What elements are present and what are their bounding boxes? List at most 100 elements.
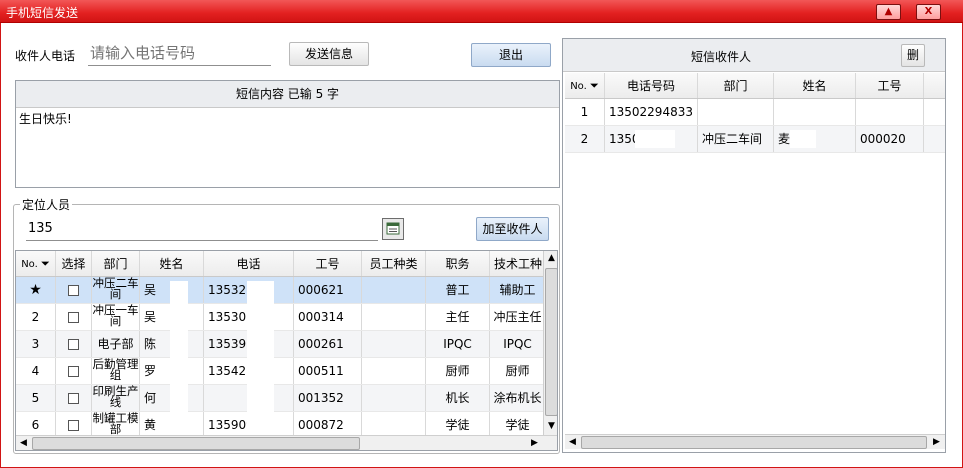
window-title: 手机短信发送	[6, 6, 79, 20]
col-position[interactable]: 职务	[426, 251, 490, 276]
col-phone[interactable]: 电话	[204, 251, 294, 276]
table-row[interactable]: ★ 冲压二车间 吴 135325 000621 普工 辅助工	[16, 277, 546, 304]
cell-dept: 冲压二车间	[92, 277, 140, 303]
cell-emp-id: 000020	[856, 126, 924, 152]
row-checkbox[interactable]	[68, 420, 79, 431]
cell-dept: 印刷生产线	[92, 385, 140, 411]
table-row[interactable]: 4 后勤管理组 罗 135427 000511 厨师 厨师	[16, 358, 546, 385]
recipients-grid: No. ⏷ 电话号码 部门 姓名 工号 1 13502294833 2 1350…	[565, 73, 945, 451]
col-no-label: No.	[570, 81, 587, 92]
cell-emp-type	[362, 277, 426, 303]
redaction-mask	[790, 130, 816, 148]
minimize-button[interactable]: ▲	[876, 4, 901, 20]
table-row[interactable]: 2 1350 冲压二车间 麦 000020	[565, 126, 945, 153]
phone-label: 收件人电话	[15, 49, 76, 63]
col-skill[interactable]: 技术工种	[490, 251, 546, 276]
cell-dept: 冲压二车间	[698, 126, 774, 152]
scroll-left-arrow-icon[interactable]: ◀	[565, 435, 580, 450]
table-row[interactable]: 3 电子部 陈 135392 000261 IPQC IPQC	[16, 331, 546, 358]
cell-no: 3	[16, 331, 56, 357]
scroll-right-arrow-icon[interactable]: ▶	[929, 435, 944, 450]
cell-skill: IPQC	[490, 331, 546, 357]
table-row[interactable]: 2 冲压一车间 吴 135307 000314 主任 冲压主任	[16, 304, 546, 331]
row-checkbox[interactable]	[68, 312, 79, 323]
col-dept[interactable]: 部门	[92, 251, 140, 276]
recipients-grid-header: No. ⏷ 电话号码 部门 姓名 工号	[565, 73, 945, 99]
table-row[interactable]: 5 印刷生产线 何 001352 机长 涂布机长	[16, 385, 546, 412]
cell-emp-id: 000314	[294, 304, 362, 330]
cell-emp-type	[362, 358, 426, 384]
col-no[interactable]: No. ⏷	[565, 73, 605, 98]
row-checkbox[interactable]	[68, 366, 79, 377]
cell-no: 1	[565, 99, 605, 125]
scroll-left-arrow-icon[interactable]: ◀	[16, 436, 31, 450]
col-emp-id[interactable]: 工号	[856, 73, 924, 98]
add-recipient-button[interactable]: 加至收件人	[476, 217, 549, 241]
locate-grid-header: No. ⏷ 选择 部门 姓名 电话 工号 员工种类 职务 技术工种	[16, 251, 546, 277]
redaction-mask	[247, 281, 274, 441]
recipients-header-bar: 短信收件人 删	[563, 39, 945, 72]
delete-recipient-button[interactable]: 删	[901, 44, 925, 67]
col-emp-type[interactable]: 员工种类	[362, 251, 426, 276]
col-emp-id[interactable]: 工号	[294, 251, 362, 276]
redaction-mask	[635, 130, 675, 148]
col-dept[interactable]: 部门	[698, 73, 774, 98]
cell-position: IPQC	[426, 331, 490, 357]
scroll-thumb[interactable]	[545, 268, 557, 416]
cell-emp-id: 001352	[294, 385, 362, 411]
cell-emp-type	[362, 331, 426, 357]
cell-emp-id	[856, 99, 924, 125]
scroll-up-arrow-icon[interactable]: ▲	[544, 251, 557, 266]
phone-input[interactable]	[88, 40, 271, 66]
col-name[interactable]: 姓名	[774, 73, 856, 98]
scroll-thumb[interactable]	[32, 437, 360, 450]
exit-button[interactable]: 退出	[471, 43, 551, 67]
cell-no: 4	[16, 358, 56, 384]
table-row[interactable]: 1 13502294833	[565, 99, 945, 126]
message-content-textarea[interactable]: 生日快乐!	[19, 110, 72, 127]
cell-position: 普工	[426, 277, 490, 303]
cell-emp-id: 000621	[294, 277, 362, 303]
scroll-thumb[interactable]	[581, 436, 927, 449]
row-checkbox[interactable]	[68, 339, 79, 350]
locate-group-label: 定位人员	[20, 196, 73, 213]
filter-icon[interactable]: ⏷	[41, 257, 50, 270]
redaction-mask	[170, 281, 188, 441]
filter-icon[interactable]: ⏷	[590, 79, 599, 92]
scroll-down-arrow-icon[interactable]: ▼	[544, 419, 557, 434]
col-no[interactable]: No. ⏷	[16, 251, 56, 276]
col-no-label: No.	[21, 259, 38, 270]
cell-no: 2	[16, 304, 56, 330]
locate-search-input[interactable]	[26, 217, 378, 241]
send-button[interactable]: 发送信息	[289, 42, 369, 66]
cell-skill: 冲压主任	[490, 304, 546, 330]
calendar-icon[interactable]	[382, 218, 404, 240]
locate-horizontal-scrollbar[interactable]: ◀ ▶	[16, 435, 557, 450]
message-content-header: 短信内容 已输 5 字	[16, 81, 559, 108]
recipients-horizontal-scrollbar[interactable]: ◀ ▶	[565, 434, 945, 449]
col-select[interactable]: 选择	[56, 251, 92, 276]
cell-no: 2	[565, 126, 605, 152]
cell-skill: 厨师	[490, 358, 546, 384]
col-phone[interactable]: 电话号码	[605, 73, 698, 98]
message-content-panel: 短信内容 已输 5 字 生日快乐!	[15, 80, 560, 188]
scroll-right-arrow-icon[interactable]: ▶	[527, 436, 542, 450]
close-button[interactable]: X	[916, 4, 941, 20]
cell-no: 5	[16, 385, 56, 411]
col-name[interactable]: 姓名	[140, 251, 204, 276]
cell-dept	[698, 99, 774, 125]
cell-dept: 冲压一车间	[92, 304, 140, 330]
cell-phone: 13502294833	[605, 99, 698, 125]
row-checkbox[interactable]	[68, 393, 79, 404]
row-indicator: ★	[16, 277, 56, 303]
cell-emp-id: 000511	[294, 358, 362, 384]
title-bar: 手机短信发送 ▲ X	[0, 0, 963, 23]
cell-position: 厨师	[426, 358, 490, 384]
cell-emp-type	[362, 304, 426, 330]
cell-skill: 辅助工	[490, 277, 546, 303]
cell-emp-id: 000261	[294, 331, 362, 357]
cell-skill: 涂布机长	[490, 385, 546, 411]
locate-grid: No. ⏷ 选择 部门 姓名 电话 工号 员工种类 职务 技术工种 ★ 冲压二车…	[15, 250, 558, 451]
locate-vertical-scrollbar[interactable]: ▲ ▼	[543, 251, 557, 435]
row-checkbox[interactable]	[68, 285, 79, 296]
